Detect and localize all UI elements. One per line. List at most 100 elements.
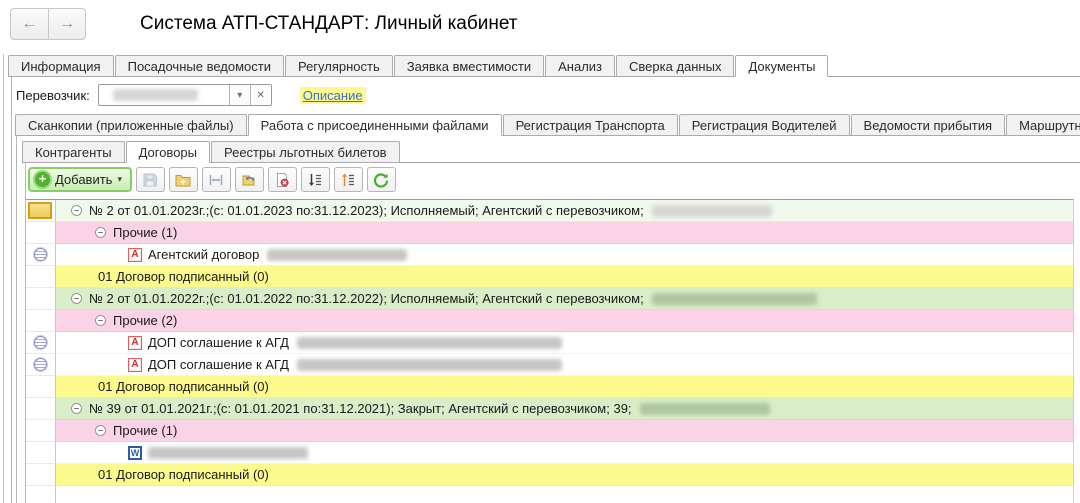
forward-button[interactable]: → [48, 9, 85, 39]
tab-analiz[interactable]: Анализ [545, 55, 615, 77]
carrier-dropdown-button[interactable]: ▾ [229, 85, 250, 105]
redacted-text [640, 403, 770, 415]
tab-skankopii[interactable]: Сканкопии (приложенные файлы) [15, 114, 247, 136]
tree-row-file-pdf[interactable]: A ДОП соглашение к АГД [26, 332, 1073, 354]
expander-minus-icon[interactable] [95, 425, 106, 436]
sort-ascending-button[interactable] [334, 167, 363, 192]
tree-row-label: № 2 от 01.01.2023г.;(с: 01.01.2023 по:31… [89, 203, 644, 218]
tree-row-label: 01 Договор подписанный (0) [98, 269, 269, 284]
replace-file-button[interactable] [235, 167, 264, 192]
tree-row-category-prochie[interactable]: Прочие (2) [26, 310, 1073, 332]
tree-row-label: № 39 от 01.01.2021г.;(с: 01.01.2021 по:3… [89, 401, 632, 416]
row-margin-cell [26, 310, 56, 332]
tab-dokumenty[interactable]: Документы [735, 55, 828, 77]
tab-informacia[interactable]: Информация [8, 55, 114, 77]
tree-row-status-signed[interactable]: 01 Договор подписанный (0) [26, 376, 1073, 398]
expander-minus-icon[interactable] [71, 403, 82, 414]
history-nav: ← → [10, 8, 86, 40]
tree-row-label: 01 Договор подписанный (0) [98, 467, 269, 482]
tab-dogovory[interactable]: Договоры [126, 141, 210, 163]
tab-posadochnye-vedomosti[interactable]: Посадочные ведомости [115, 55, 284, 77]
set-column-width-button[interactable] [202, 167, 231, 192]
current-row-cell[interactable] [26, 200, 56, 222]
expander-minus-icon[interactable] [71, 205, 82, 216]
row-margin-cell [26, 354, 56, 376]
back-icon: ← [22, 15, 38, 33]
tree-row-category-prochie[interactable]: Прочие (1) [26, 222, 1073, 244]
tab-vedomosti-pribytia[interactable]: Ведомости прибытия [851, 114, 1006, 136]
tree-row-category-prochie[interactable]: Прочие (1) [26, 420, 1073, 442]
tree-row-label: ДОП соглашение к АГД [148, 335, 289, 350]
sort-ascending-icon [340, 172, 356, 188]
expander-minus-icon[interactable] [95, 315, 106, 326]
tree-row-label: Прочие (1) [113, 423, 177, 438]
save-button[interactable] [136, 167, 165, 192]
forward-icon: → [59, 15, 75, 33]
chevron-down-icon: ▾ [117, 174, 122, 185]
carrier-label: Перевозчик: [16, 88, 90, 103]
tab-rabota-s-prisoedinennymi-failami[interactable]: Работа с присоединенными файлами [248, 114, 502, 136]
open-folder-icon [175, 172, 191, 188]
plus-icon: + [35, 172, 50, 187]
row-margin-cell [26, 288, 56, 310]
tree-row-status-signed[interactable]: 01 Договор подписанный (0) [26, 266, 1073, 288]
set-column-width-icon [208, 172, 224, 188]
contracts-tree-table: № 2 от 01.01.2023г.;(с: 01.01.2023 по:31… [26, 199, 1074, 503]
carrier-input[interactable]: ▾ ✕ [98, 84, 272, 106]
description-link[interactable]: Описание [300, 87, 366, 104]
refresh-button[interactable] [367, 167, 396, 192]
tree-row-file-word[interactable]: W [26, 442, 1073, 464]
docs-tab-strip: Контрагенты Договоры Реестры льготных би… [17, 140, 1080, 162]
tree-row-status-signed[interactable]: 01 Договор подписанный (0) [26, 464, 1073, 486]
expander-minus-icon[interactable] [95, 227, 106, 238]
word-file-icon: W [128, 446, 142, 460]
page-title: Система АТП-СТАНДАРТ: Личный кабинет [140, 13, 518, 35]
carrier-row: Перевозчик: ▾ ✕ Описание [12, 77, 1080, 113]
row-margin-cell [26, 420, 56, 442]
add-button[interactable]: + Добавить ▾ [28, 167, 132, 192]
expander-minus-icon[interactable] [71, 293, 82, 304]
tab-sverka-dannyh[interactable]: Сверка данных [616, 55, 734, 77]
row-margin-cell [26, 486, 56, 503]
current-cell-marker [28, 202, 52, 219]
delete-file-icon [274, 172, 290, 188]
sort-descending-button[interactable] [301, 167, 330, 192]
row-margin-cell [26, 442, 56, 464]
tab-registracia-transporta[interactable]: Регистрация Транспорта [503, 114, 678, 136]
tab-kontragenty[interactable]: Контрагенты [22, 141, 125, 163]
tree-row-empty [26, 486, 1073, 503]
files-tab-strip: Сканкопии (приложенные файлы) Работа с п… [12, 113, 1080, 135]
pdf-file-icon: A [128, 358, 142, 372]
tab-reestry-lgotnyh-biletov[interactable]: Реестры льготных билетов [211, 141, 400, 163]
tree-row-label: Агентский договор [148, 247, 259, 262]
form-body: Информация Посадочные ведомости Регулярн… [3, 54, 1080, 503]
replace-file-icon [241, 172, 257, 188]
open-folder-button[interactable] [169, 167, 198, 192]
carrier-clear-button[interactable]: ✕ [250, 85, 271, 105]
redacted-text [113, 89, 198, 101]
tree-row-group-2022[interactable]: № 2 от 01.01.2022г.;(с: 01.01.2022 по:31… [26, 288, 1073, 310]
row-margin-cell [26, 398, 56, 420]
tree-row-file-pdf[interactable]: A ДОП соглашение к АГД [26, 354, 1073, 376]
save-icon [142, 172, 158, 188]
tab-marshrutnaya-dokumentacia[interactable]: Маршрутная документация [1006, 114, 1080, 136]
carrier-value-redacted [99, 89, 229, 101]
tree-row-file-pdf[interactable]: A Агентский договор [26, 244, 1073, 266]
attachment-status-icon [34, 248, 47, 261]
app-window: ← → Система АТП-СТАНДАРТ: Личный кабинет… [0, 0, 1080, 503]
tree-row-group-2023[interactable]: № 2 от 01.01.2023г.;(с: 01.01.2023 по:31… [26, 200, 1073, 222]
back-button[interactable]: ← [11, 9, 48, 39]
tree-row-label: Прочие (1) [113, 225, 177, 240]
row-margin-cell [26, 222, 56, 244]
redacted-text [652, 205, 772, 217]
tab-zayavka-vmestimosti[interactable]: Заявка вместимости [394, 55, 544, 77]
redacted-text [148, 447, 308, 459]
tab-registracia-voditelei[interactable]: Регистрация Водителей [679, 114, 850, 136]
sort-descending-icon [307, 172, 323, 188]
redacted-text [297, 359, 562, 371]
row-margin-cell [26, 464, 56, 486]
delete-file-button[interactable] [268, 167, 297, 192]
row-margin-cell [26, 376, 56, 398]
tree-row-group-2021[interactable]: № 39 от 01.01.2021г.;(с: 01.01.2021 по:3… [26, 398, 1073, 420]
tab-regularnost[interactable]: Регулярность [285, 55, 393, 77]
